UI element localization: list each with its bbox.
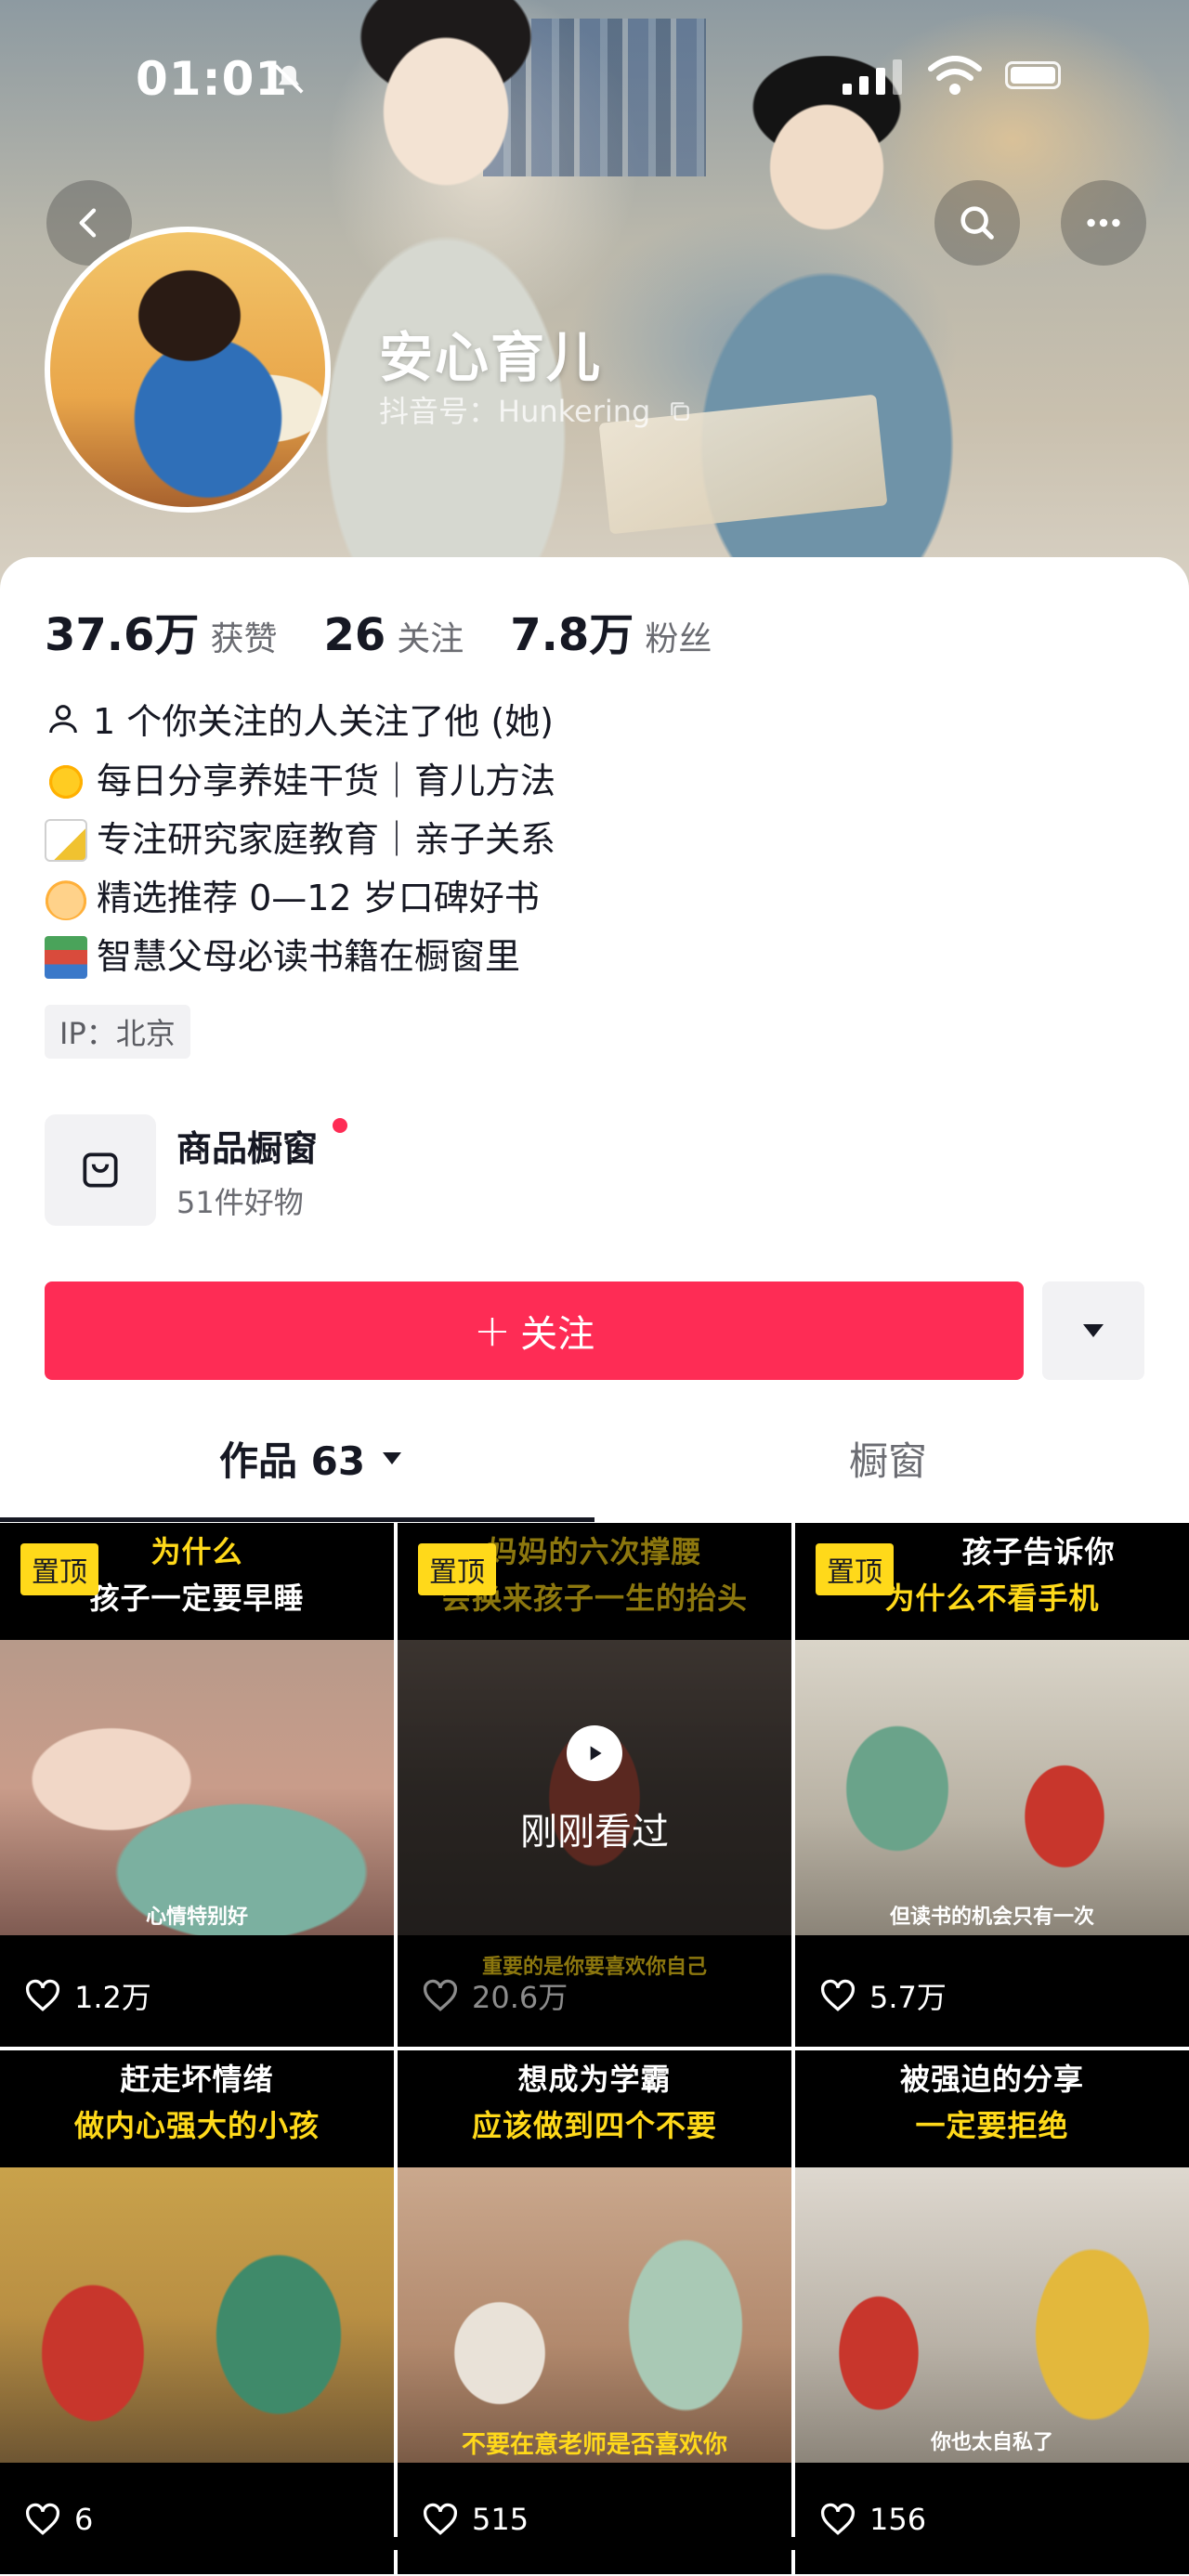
mutual-follow-text: 1 个你关注的人关注了他 (她) — [93, 701, 554, 742]
profile-nickname: 安心育儿 — [379, 326, 603, 389]
tab-shop-window[interactable]: 橱窗 — [849, 1430, 927, 1487]
video-subtitle: 心情特别好 — [145, 1906, 248, 1929]
pinned-badge: 置顶 — [816, 1543, 894, 1595]
recommend-dropdown-button[interactable] — [1042, 1281, 1144, 1380]
home-indicator[interactable] — [383, 2537, 806, 2550]
pinned-badge: 置顶 — [418, 1543, 496, 1595]
caret-down-icon[interactable] — [380, 1451, 404, 1467]
video-tile[interactable]: 为什么 孩子一定要早睡 置顶 心情特别好 1.2万 — [0, 1523, 394, 2047]
video-thumbnail — [0, 1640, 394, 1935]
heart-icon — [423, 2503, 458, 2535]
more-options-button[interactable] — [1061, 180, 1146, 266]
profile-info-card: 37.6万 获赞 26 关注 7.8万 粉丝 1 个你关注的人关注了他 (她) … — [0, 557, 1189, 1523]
mutual-follow-row[interactable]: 1 个你关注的人关注了他 (她) — [45, 693, 554, 744]
video-caption-line2: 一定要拒绝 — [915, 2108, 1069, 2143]
video-subtitle: 你也太自私了 — [930, 2431, 1053, 2454]
video-tile[interactable]: 妈妈的六次撑腰 会换来孩子一生的抬头 置顶 重要的是你要喜欢你自己 20.6万 … — [398, 1523, 791, 2047]
bio-line: 智慧父母必读书籍在橱窗里 — [97, 936, 521, 977]
video-subtitle: 不要在意老师是否喜欢你 — [461, 2431, 727, 2459]
heart-icon — [25, 2503, 60, 2535]
profile-tabs: 作品 63 橱窗 — [0, 1402, 1189, 1523]
video-tile[interactable]: 孩子告诉你 为什么不看手机 置顶 但读书的机会只有一次 5.7万 — [795, 1523, 1189, 2047]
video-likes-count: 1.2万 — [74, 1980, 151, 2015]
video-tile[interactable]: 赶走坏情绪 做内心强大的小孩 6 — [0, 2050, 394, 2574]
shop-window-count: 51件好物 — [176, 1185, 304, 1220]
sun-emoji-icon — [45, 760, 87, 803]
status-time: 01:01 — [136, 52, 289, 106]
more-dots-icon — [1087, 218, 1120, 228]
followers-label: 粉丝 — [645, 620, 712, 658]
tab-works-label: 作品 63 — [219, 1438, 366, 1484]
active-tab-indicator — [0, 1517, 594, 1522]
watched-overlay — [398, 1523, 791, 2047]
bell-muted-icon — [271, 61, 307, 100]
plus-icon: + — [473, 1305, 512, 1357]
shop-window-title: 商品橱窗 — [176, 1128, 319, 1169]
notification-dot — [333, 1118, 347, 1133]
ip-location-tag: IP：北京 — [45, 1005, 190, 1059]
video-thumbnail — [398, 2167, 791, 2463]
video-caption-line1: 想成为学霸 — [517, 2062, 672, 2097]
search-icon — [960, 206, 994, 240]
status-bar: 01:01 — [0, 0, 1189, 158]
battery-icon — [1005, 61, 1061, 89]
recently-watched-label: 刚刚看过 — [520, 1811, 669, 1854]
copy-icon[interactable] — [668, 396, 692, 431]
video-caption-line2: 应该做到四个不要 — [471, 2108, 717, 2143]
triangle-down-icon — [1083, 1324, 1104, 1337]
search-button[interactable] — [934, 180, 1020, 266]
memo-emoji-icon — [45, 818, 87, 862]
bio-line: 精选推荐 0—12 岁口碑好书 — [97, 878, 540, 918]
video-caption-line2: 做内心强大的小孩 — [73, 2108, 320, 2143]
heart-icon — [820, 1979, 856, 2011]
books-emoji-icon — [45, 935, 87, 979]
following-count[interactable]: 26 — [323, 609, 385, 661]
baby-emoji-icon — [45, 877, 87, 920]
bio-line: 每日分享养娃干货｜育儿方法 — [97, 761, 556, 801]
likes-count[interactable]: 37.6万 — [45, 598, 199, 663]
follow-button-label: 关注 — [520, 1313, 595, 1356]
likes-label: 获赞 — [210, 620, 278, 658]
douyin-id[interactable]: 抖音号：Hunkering — [379, 388, 692, 431]
shop-icon-box — [45, 1114, 156, 1226]
video-likes-count: 515 — [472, 2502, 529, 2537]
tab-works[interactable]: 作品 63 — [219, 1430, 404, 1487]
followers-count[interactable]: 7.8万 — [510, 598, 634, 663]
video-thumbnail — [795, 2167, 1189, 2463]
chevron-left-icon — [79, 208, 97, 238]
video-thumbnail — [795, 1640, 1189, 1935]
shopping-bag-icon — [83, 1152, 118, 1188]
douyin-id-text: 抖音号：Hunkering — [379, 394, 651, 429]
video-caption-line1: 赶走坏情绪 — [120, 2062, 274, 2097]
wifi-icon — [927, 56, 983, 100]
bio-line: 专注研究家庭教育｜亲子关系 — [97, 819, 556, 860]
video-subtitle: 但读书的机会只有一次 — [889, 1906, 1094, 1929]
video-likes-count: 156 — [869, 2502, 927, 2537]
cellular-signal-icon — [841, 58, 906, 98]
video-tile[interactable]: 想成为学霸 应该做到四个不要 不要在意老师是否喜欢你 515 — [398, 2050, 791, 2574]
shop-window-entry[interactable]: 商品橱窗 51件好物 — [45, 1114, 602, 1228]
follow-button[interactable]: + 关注 — [45, 1281, 1024, 1380]
video-likes-count: 5.7万 — [869, 1980, 947, 2015]
video-likes: 515 — [422, 2502, 529, 2537]
video-thumbnail — [0, 2167, 394, 2463]
person-icon — [49, 704, 77, 733]
pinned-badge: 置顶 — [20, 1543, 98, 1595]
profile-bio: 每日分享养娃干货｜育儿方法 专注研究家庭教育｜亲子关系 精选推荐 0—12 岁口… — [45, 752, 555, 986]
video-likes: 156 — [819, 2502, 926, 2537]
heart-icon — [820, 2503, 856, 2535]
following-label: 关注 — [397, 620, 464, 658]
profile-stats: 37.6万 获赞 26 关注 7.8万 粉丝 — [45, 598, 758, 663]
video-likes: 5.7万 — [819, 1974, 947, 2017]
play-icon — [567, 1725, 622, 1781]
profile-avatar[interactable] — [45, 227, 331, 513]
heart-icon — [25, 1979, 60, 2011]
video-tile[interactable]: 被强迫的分享 一定要拒绝 你也太自私了 156 — [795, 2050, 1189, 2574]
video-likes: 1.2万 — [24, 1974, 151, 2017]
video-likes-count: 6 — [74, 2502, 94, 2537]
video-likes: 6 — [24, 2502, 93, 2537]
video-caption-line1: 被强迫的分享 — [899, 2062, 1084, 2097]
video-grid: 为什么 孩子一定要早睡 置顶 心情特别好 1.2万 妈妈的六次撑腰 会换来孩子一… — [0, 1523, 1189, 2576]
